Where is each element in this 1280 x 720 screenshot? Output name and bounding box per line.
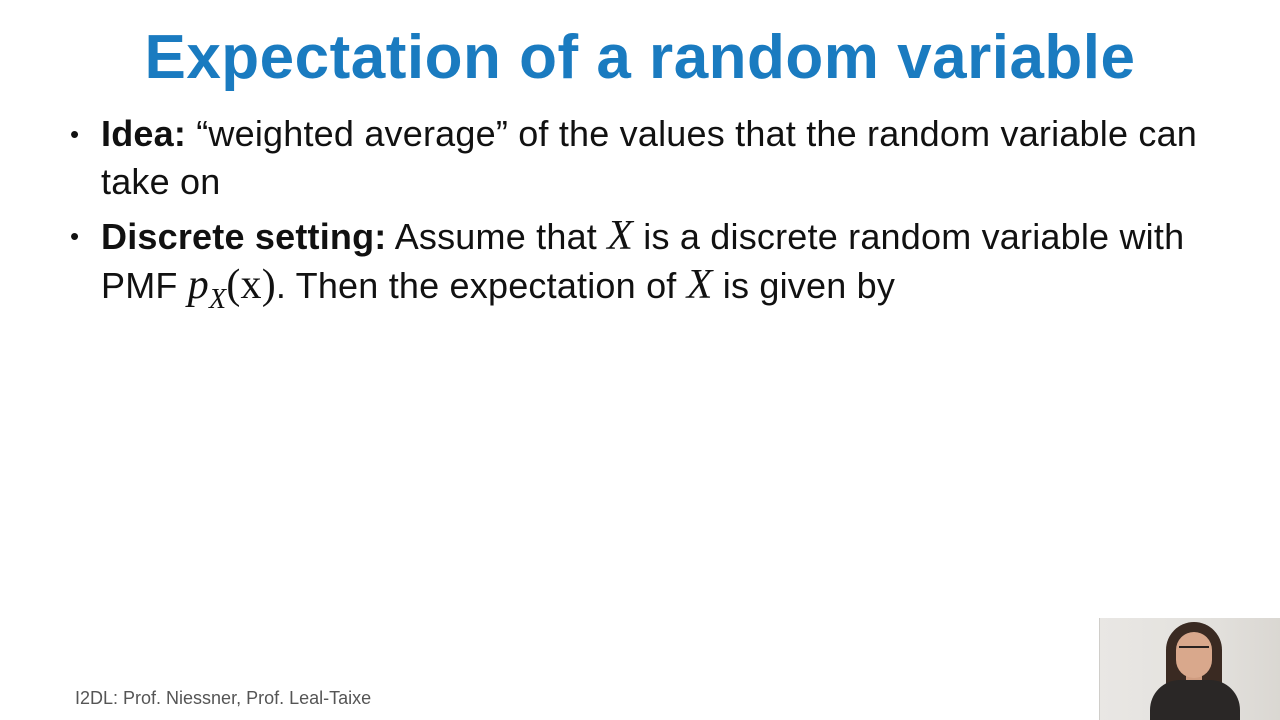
presenter-body <box>1150 680 1240 720</box>
slide-footer: I2DL: Prof. Niessner, Prof. Leal-Taixe <box>75 688 372 708</box>
bullet-marker: • <box>70 119 80 149</box>
math-pmf-argument: (x) <box>226 262 276 308</box>
math-variable-x: X <box>686 262 713 308</box>
math-variable-x: X <box>607 213 634 259</box>
math-pmf: pX(x) <box>187 262 276 315</box>
bullet-text: is given by <box>712 265 896 306</box>
bullet-discrete-setting: • Discrete setting: Assume that X is a d… <box>70 212 1241 315</box>
bullet-idea: • Idea: “weighted average” of the values… <box>70 110 1241 206</box>
bullet-text: . Then the expectation of <box>275 265 687 306</box>
slide-title: Expectation of a random variable <box>144 23 1136 92</box>
presenter-glasses <box>1179 646 1209 656</box>
bullet-marker: • <box>70 221 80 251</box>
bullet-keyword: Discrete setting: <box>101 216 387 257</box>
bullet-text: Assume that <box>386 216 608 257</box>
bullet-keyword: Idea: <box>101 113 187 154</box>
math-pmf-p: p <box>187 262 209 308</box>
bullet-text: “weighted average” of the values that th… <box>101 113 1198 202</box>
presenter-webcam <box>1099 618 1280 720</box>
math-pmf-subscript: X <box>209 284 227 315</box>
